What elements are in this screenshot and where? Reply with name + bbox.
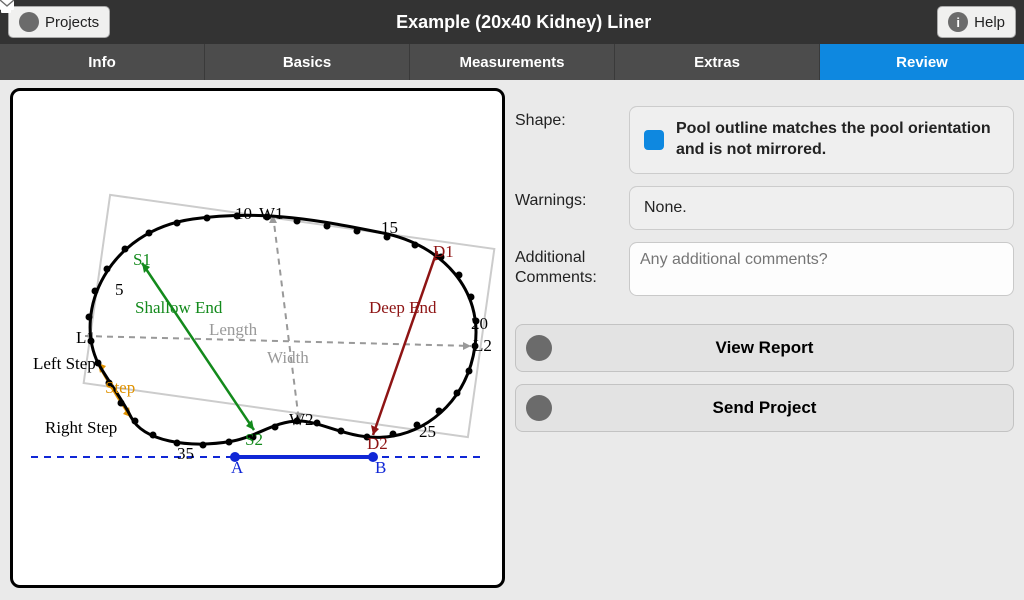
label-left-step: Left Step	[33, 354, 96, 373]
mail-icon	[526, 395, 552, 421]
label-shallow: Shallow End	[135, 298, 223, 317]
document-icon	[526, 335, 552, 361]
view-report-label: View Report	[562, 338, 1013, 358]
label-5: 5	[115, 280, 124, 299]
tab-bar: Info Basics Measurements Extras Review	[0, 44, 1024, 80]
label-s2: S2	[245, 430, 263, 449]
label-deep: Deep End	[369, 298, 437, 317]
comments-label: Additional Comments:	[515, 242, 615, 288]
label-d1: D1	[433, 242, 454, 261]
shape-confirm-box[interactable]: Pool outline matches the pool orientatio…	[629, 106, 1014, 174]
label-step: Step	[105, 378, 135, 397]
tab-measurements[interactable]: Measurements	[410, 44, 615, 80]
label-w2: W2	[289, 410, 314, 429]
projects-button[interactable]: Projects	[8, 6, 110, 38]
send-project-label: Send Project	[562, 398, 1013, 418]
label-s1: S1	[133, 250, 151, 269]
label-l1: L1	[76, 328, 95, 347]
help-label: Help	[974, 14, 1005, 31]
warnings-box: None.	[629, 186, 1014, 230]
label-25: 25	[419, 422, 436, 441]
shape-text: Pool outline matches the pool orientatio…	[676, 119, 999, 161]
page-title: Example (20x40 Kidney) Liner	[110, 12, 937, 33]
label-b: B	[375, 458, 386, 477]
label-w1: W1	[259, 204, 284, 223]
shape-label: Shape:	[515, 106, 615, 130]
label-15: 15	[381, 218, 398, 237]
tab-review[interactable]: Review	[820, 44, 1024, 80]
warnings-text: None.	[644, 199, 687, 217]
projects-label: Projects	[45, 14, 99, 31]
comments-input[interactable]	[629, 242, 1014, 296]
label-20: 20	[471, 314, 488, 333]
label-d2: D2	[367, 434, 388, 453]
send-project-button[interactable]: Send Project	[515, 384, 1014, 432]
help-button[interactable]: i Help	[937, 6, 1016, 38]
tab-extras[interactable]: Extras	[615, 44, 820, 80]
label-length: Length	[209, 320, 258, 339]
label-width: Width	[267, 348, 309, 367]
tab-basics[interactable]: Basics	[205, 44, 410, 80]
label-right-step: Right Step	[45, 418, 117, 437]
info-icon: i	[948, 12, 968, 32]
view-report-button[interactable]: View Report	[515, 324, 1014, 372]
list-icon	[19, 12, 39, 32]
tab-info[interactable]: Info	[0, 44, 205, 80]
check-icon[interactable]	[644, 130, 664, 150]
warnings-label: Warnings:	[515, 186, 615, 210]
pool-diagram: L1 L2 W1 W2 S1 S2 D1 D2 A B Shallow End …	[10, 88, 505, 588]
label-a: A	[231, 458, 244, 477]
label-10: 10	[235, 204, 252, 223]
label-l2: L2	[473, 336, 492, 355]
label-35: 35	[177, 444, 194, 463]
